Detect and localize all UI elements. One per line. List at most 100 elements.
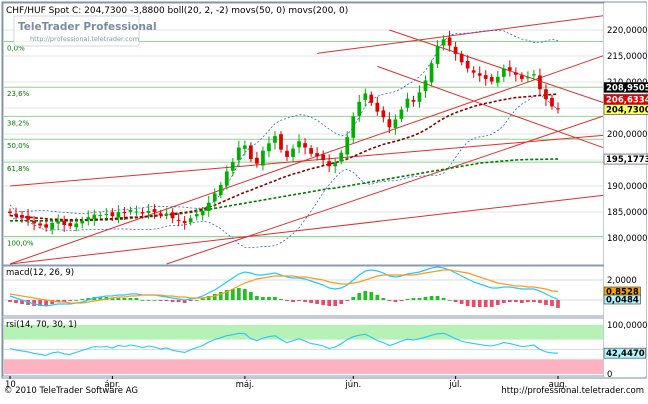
macd-hist-bar — [321, 300, 326, 305]
watermark-title: TeleTrader Professional — [18, 21, 157, 33]
candle-body — [170, 212, 175, 219]
candle-body — [98, 215, 103, 217]
watermark-url: http://professional.teletrader.com — [30, 35, 139, 43]
candle-body — [38, 223, 42, 226]
candle-body — [188, 218, 193, 223]
candle-body — [465, 60, 470, 69]
rsi-tick-label: 100,0000 — [607, 321, 648, 331]
macd-hist-bar — [441, 298, 446, 300]
candle-body — [8, 211, 12, 214]
macd-hist-bar — [375, 295, 380, 300]
candle-body — [164, 213, 169, 216]
price-tick-label: 215,0000 — [607, 52, 648, 62]
candle-body — [429, 63, 434, 83]
candle-body — [110, 212, 115, 217]
candle-body — [212, 193, 217, 202]
value-tag-label: 208,9505 — [606, 83, 648, 93]
candle-body — [230, 162, 235, 171]
macd-hist-bar — [74, 300, 79, 301]
candle-body — [459, 53, 464, 63]
fib-label: 38,2% — [7, 119, 30, 127]
candle-body — [345, 137, 350, 155]
candle-body — [357, 101, 362, 116]
candle-body — [140, 212, 145, 214]
macd-hist-bar — [429, 296, 434, 300]
macd-hist-bar — [273, 297, 277, 300]
macd-hist-bar — [405, 299, 410, 300]
macd-panel — [2, 265, 605, 317]
candle-body — [80, 220, 85, 224]
rsi-overbought-zone — [4, 324, 603, 340]
chart-svg: 0,0%23,6%38,2%50,0%61,8%100,0% 180,00001… — [0, 0, 648, 400]
candle-body — [158, 213, 163, 216]
candle-body — [44, 224, 48, 228]
macd-hist-bar — [453, 300, 458, 302]
candle-body — [236, 147, 241, 161]
candle-body — [333, 162, 338, 167]
macd-hist-bar — [249, 292, 253, 300]
fib-label: 61,8% — [7, 165, 30, 173]
macd-hist-bar — [291, 300, 295, 302]
macd-hist-bar — [309, 300, 313, 303]
macd-hist-bar — [532, 300, 536, 302]
macd-hist-bar — [158, 300, 163, 301]
macd-hist-bar — [170, 300, 175, 302]
candle-body — [339, 152, 344, 162]
macd-hist-bar — [387, 300, 392, 301]
macd-hist-bar — [164, 300, 169, 301]
candle-body — [291, 148, 295, 157]
x-tick-label: júl. — [448, 380, 462, 390]
macd-hist-bar — [176, 300, 181, 302]
macd-hist-bar — [212, 294, 217, 300]
macd-hist-bar — [556, 300, 560, 308]
fib-label: 50,0% — [7, 142, 30, 150]
candle-body — [206, 202, 211, 211]
price-tick-label: 190,0000 — [607, 182, 648, 192]
candle-body — [273, 136, 277, 143]
macd-hist-bar — [477, 300, 482, 307]
candle-body — [303, 143, 307, 148]
candle-body — [520, 75, 524, 79]
macd-hist-bar — [267, 297, 271, 300]
macd-hist-bar — [501, 300, 506, 303]
macd-hist-bar — [303, 300, 307, 302]
macd-hist-bar — [544, 300, 548, 305]
macd-hist-bar — [399, 300, 404, 301]
macd-hist-bar — [526, 300, 530, 302]
macd-hist-bar — [520, 300, 524, 303]
macd-hist-bar — [146, 300, 151, 301]
macd-hist-bar — [447, 300, 452, 301]
macd-hist-bar — [122, 298, 127, 300]
candle-body — [26, 215, 30, 220]
candle-body — [62, 220, 67, 225]
price-tick-label: 220,0000 — [607, 26, 648, 36]
value-tag-label: 204,7300 — [606, 105, 648, 115]
candle-body — [447, 37, 452, 46]
macd-hist-bar — [507, 300, 512, 302]
candle-body — [68, 223, 73, 227]
candle-body — [134, 211, 139, 213]
candle-body — [176, 220, 181, 222]
candle-body — [315, 153, 319, 157]
macd-hist-bar — [489, 300, 494, 307]
rsi-title: rsi(14, 70, 30, 1) — [6, 320, 77, 330]
candle-body — [14, 213, 18, 216]
macd-hist-bar — [550, 300, 554, 306]
candle-body — [538, 75, 542, 90]
chart-container: 0,0% 23,6% 38,2% 50,0% 61,8% 100,0% 180,0000 1… — [0, 0, 648, 400]
price-tick-label: 185,0000 — [607, 208, 648, 218]
macd-hist-bar — [44, 300, 48, 306]
macd-hist-bar — [14, 300, 18, 303]
macd-hist-bar — [230, 289, 235, 300]
candle-body — [381, 110, 386, 118]
candle-body — [501, 68, 506, 77]
macd-hist-bar — [369, 292, 374, 300]
macd-hist-bar — [236, 288, 241, 300]
macd-hist-bar — [261, 297, 265, 300]
value-tag-label: 206,6334 — [606, 96, 648, 106]
x-tick-label: máj. — [236, 380, 255, 390]
candle-body — [351, 116, 356, 138]
rsi-tick-label: 0 — [607, 370, 612, 380]
candle-body — [489, 77, 494, 82]
candle-body — [86, 217, 91, 220]
